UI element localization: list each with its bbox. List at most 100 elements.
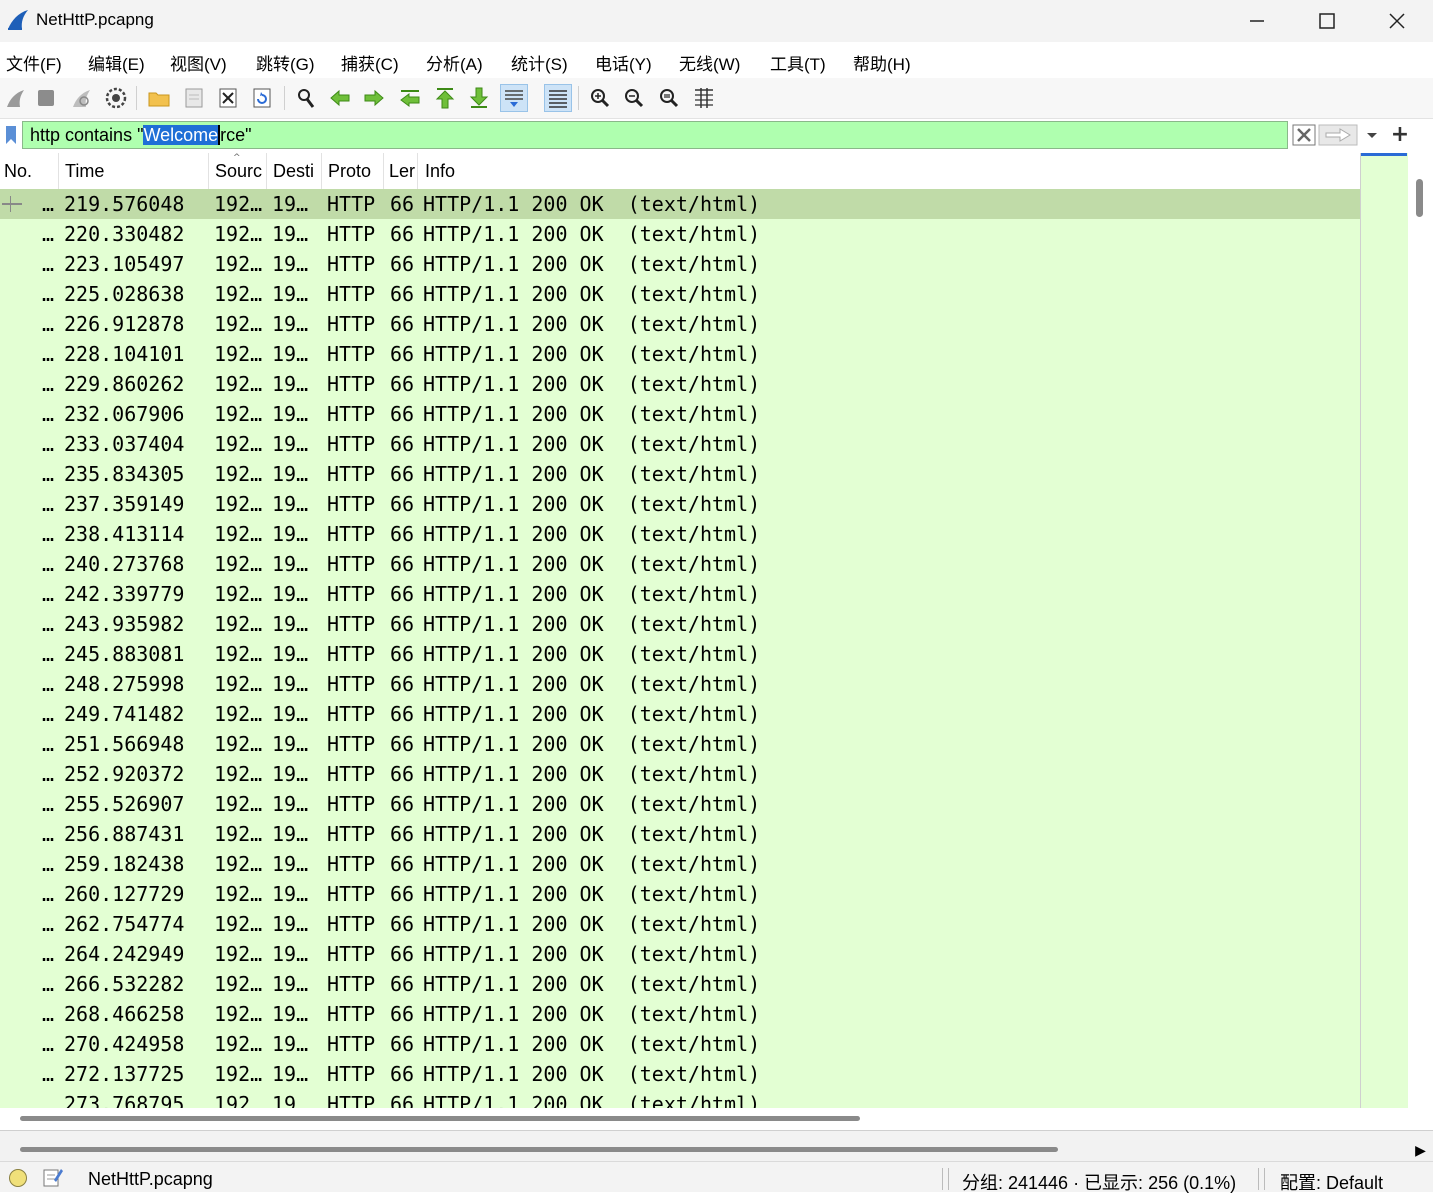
packet-length: 66 [390, 852, 415, 876]
maximize-button[interactable] [1292, 0, 1362, 42]
table-row[interactable]: … 232.067906 192… 19… HTTP 66 HTTP/1.1 200 OK … [0, 399, 1360, 429]
table-row[interactable]: … 245.883081 192… 19… HTTP 66 HTTP/1.1 200 OK … [0, 639, 1360, 669]
table-row[interactable]: … 249.741482 192… 19… HTTP 66 HTTP/1.1 200 OK … [0, 699, 1360, 729]
packet-length: 66 [390, 282, 415, 306]
table-row[interactable]: … 233.037404 192… 19… HTTP 66 HTTP/1.1 200 OK … [0, 429, 1360, 459]
table-row[interactable]: … 255.526907 192… 19… HTTP 66 HTTP/1.1 200 OK … [0, 789, 1360, 819]
filter-text: http contains "Welcome rce" [30, 125, 252, 146]
menu-statistics[interactable]: 统计(S) [511, 50, 568, 75]
menu-edit[interactable]: 编辑(E) [88, 50, 145, 75]
packet-number: … [42, 1032, 55, 1056]
zoom-in-button[interactable] [586, 84, 614, 112]
menu-telephony[interactable]: 电话(Y) [595, 50, 652, 75]
packet-source: 192… [214, 642, 263, 666]
table-row[interactable]: … 240.273768 192… 19… HTTP 66 HTTP/1.1 200 OK … [0, 549, 1360, 579]
capture-options-button[interactable] [102, 84, 130, 112]
filter-text-after: rce" [220, 125, 252, 145]
menu-file[interactable]: 文件(F) [6, 50, 62, 75]
table-row[interactable]: … 225.028638 192… 19… HTTP 66 HTTP/1.1 200 OK … [0, 279, 1360, 309]
stop-capture-button[interactable] [32, 84, 60, 112]
filter-bookmark-button[interactable] [0, 121, 22, 149]
table-row[interactable]: … 228.104101 192… 19… HTTP 66 HTTP/1.1 200 OK … [0, 339, 1360, 369]
column-destination[interactable]: Desti [267, 153, 322, 189]
packet-time: 259.182438 [64, 852, 185, 876]
apply-filter-button[interactable] [1318, 124, 1358, 146]
vertical-scrollbar[interactable] [1408, 153, 1433, 1108]
scroll-right-arrow-icon[interactable]: ▶ [1408, 1140, 1433, 1162]
add-filter-button-plus-icon[interactable]: + [1388, 121, 1412, 149]
column-no[interactable]: No. [0, 153, 59, 189]
table-row[interactable]: … 268.466258 192… 19… HTTP 66 HTTP/1.1 200 OK … [0, 999, 1360, 1029]
expert-info-led-icon[interactable] [9, 1169, 27, 1187]
details-horizontal-scrollbar-thumb[interactable] [20, 1147, 1058, 1152]
zoom-normal-button[interactable] [655, 84, 683, 112]
packet-list-horizontal-scrollbar[interactable] [0, 1108, 1433, 1131]
packet-minimap[interactable] [1360, 153, 1409, 1108]
table-row[interactable]: … 235.834305 192… 19… HTTP 66 HTTP/1.1 200 OK … [0, 459, 1360, 489]
close-window-button[interactable] [1362, 0, 1432, 42]
restart-capture-button[interactable] [68, 84, 96, 112]
status-file-name: NetHttP.pcapng [88, 1169, 213, 1189]
capture-comment-icon[interactable] [42, 1166, 64, 1188]
resize-columns-button[interactable] [690, 84, 718, 112]
menu-analyze[interactable]: 分析(A) [426, 50, 483, 75]
table-row[interactable]: … 272.137725 192… 19… HTTP 66 HTTP/1.1 200 OK … [0, 1059, 1360, 1089]
minimize-button[interactable] [1222, 0, 1292, 42]
menu-capture[interactable]: 捕获(C) [341, 50, 399, 75]
table-row[interactable]: … 251.566948 192… 19… HTTP 66 HTTP/1.1 200 OK … [0, 729, 1360, 759]
auto-scroll-button[interactable] [500, 84, 528, 112]
table-row[interactable]: … 243.935982 192… 19… HTTP 66 HTTP/1.1 200 OK … [0, 609, 1360, 639]
table-row[interactable]: … 252.920372 192… 19… HTTP 66 HTTP/1.1 200 OK … [0, 759, 1360, 789]
menu-tools[interactable]: 工具(T) [770, 50, 826, 75]
table-row[interactable]: … 237.359149 192… 19… HTTP 66 HTTP/1.1 200 OK … [0, 489, 1360, 519]
column-time[interactable]: Time [59, 153, 209, 189]
table-row[interactable]: … 264.242949 192… 19… HTTP 66 HTTP/1.1 200 OK … [0, 939, 1360, 969]
column-protocol[interactable]: Proto [322, 153, 384, 189]
open-file-button[interactable] [145, 84, 173, 112]
menu-go[interactable]: 跳转(G) [256, 50, 315, 75]
menu-view[interactable]: 视图(V) [170, 50, 227, 75]
packet-destination: 19… [272, 822, 309, 846]
table-row[interactable]: … 256.887431 192… 19… HTTP 66 HTTP/1.1 200 OK … [0, 819, 1360, 849]
clear-filter-button[interactable] [1292, 124, 1316, 146]
filter-history-dropdown[interactable] [1362, 124, 1382, 146]
reload-file-button[interactable] [248, 84, 276, 112]
horizontal-scrollbar-thumb[interactable] [20, 1116, 860, 1121]
column-length[interactable]: Ler [384, 153, 418, 189]
table-row[interactable]: … 248.275998 192… 19… HTTP 66 HTTP/1.1 200 OK … [0, 669, 1360, 699]
close-file-button[interactable] [214, 84, 242, 112]
table-row[interactable]: … 229.860262 192… 19… HTTP 66 HTTP/1.1 200 OK … [0, 369, 1360, 399]
table-row[interactable]: … 219.576048 192… 19… HTTP 66 HTTP/1.1 200 OK … [0, 189, 1360, 219]
display-filter-input[interactable]: http contains "Welcome rce" [22, 121, 1288, 149]
table-row[interactable]: … 260.127729 192… 19… HTTP 66 HTTP/1.1 200 OK … [0, 879, 1360, 909]
menu-wireless[interactable]: 无线(W) [679, 50, 740, 75]
vertical-scrollbar-thumb[interactable] [1416, 179, 1423, 217]
go-to-packet-button[interactable] [396, 84, 424, 112]
packet-destination: 19… [272, 1062, 309, 1086]
colorize-button[interactable] [544, 84, 572, 112]
table-row[interactable]: … 266.532282 192… 19… HTTP 66 HTTP/1.1 200 OK … [0, 969, 1360, 999]
table-row[interactable]: … 238.413114 192… 19… HTTP 66 HTTP/1.1 200 OK … [0, 519, 1360, 549]
status-profile[interactable]: 配置: Default [1280, 1169, 1383, 1195]
go-forward-button[interactable] [360, 84, 388, 112]
go-last-button[interactable] [465, 84, 493, 112]
packet-time: 249.741482 [64, 702, 185, 726]
go-first-button[interactable] [431, 84, 459, 112]
column-info[interactable]: Info [418, 153, 1360, 189]
table-row[interactable]: … 273.768795 192… 19… HTTP 66 HTTP/1.1 200 OK … [0, 1089, 1360, 1108]
menu-help[interactable]: 帮助(H) [853, 50, 911, 75]
table-row[interactable]: … 259.182438 192… 19… HTTP 66 HTTP/1.1 200 OK … [0, 849, 1360, 879]
find-packet-button[interactable] [292, 84, 320, 112]
table-row[interactable]: … 226.912878 192… 19… HTTP 66 HTTP/1.1 200 OK … [0, 309, 1360, 339]
table-row[interactable]: … 220.330482 192… 19… HTTP 66 HTTP/1.1 200 OK … [0, 219, 1360, 249]
table-row[interactable]: … 223.105497 192… 19… HTTP 66 HTTP/1.1 200 OK … [0, 249, 1360, 279]
go-back-button[interactable] [326, 84, 354, 112]
table-row[interactable]: … 242.339779 192… 19… HTTP 66 HTTP/1.1 200 OK … [0, 579, 1360, 609]
table-row[interactable]: … 262.754774 192… 19… HTTP 66 HTTP/1.1 200 OK … [0, 909, 1360, 939]
save-file-button[interactable] [180, 84, 208, 112]
packet-time: 225.028638 [64, 282, 185, 306]
minimap-selection-marker [1361, 153, 1407, 156]
start-capture-button[interactable] [2, 84, 30, 112]
table-row[interactable]: … 270.424958 192… 19… HTTP 66 HTTP/1.1 200 OK … [0, 1029, 1360, 1059]
zoom-out-button[interactable] [620, 84, 648, 112]
